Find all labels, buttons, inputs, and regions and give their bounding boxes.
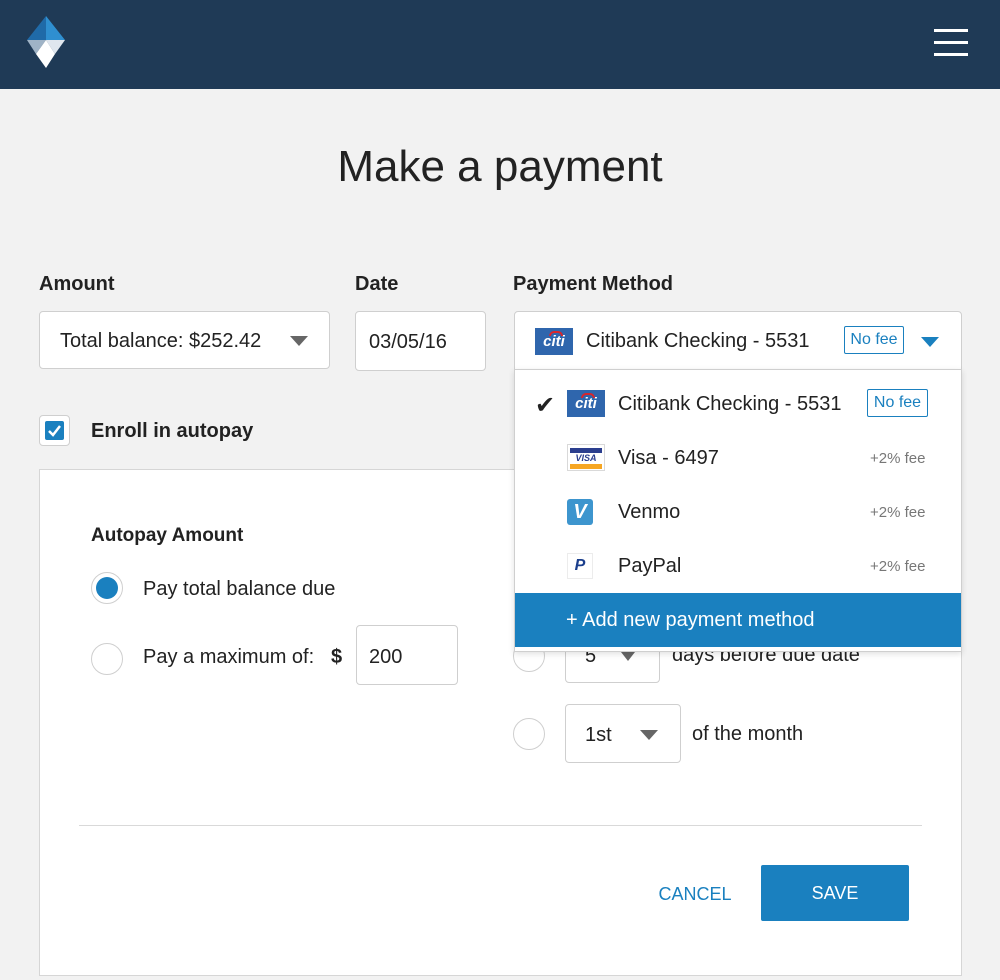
date-label: Date xyxy=(355,273,399,295)
payment-method-dropdown: ✔ citi Citibank Checking - 5531 No fee V… xyxy=(514,369,962,652)
payment-option-label: Visa - 6497 xyxy=(618,447,719,469)
currency-symbol: $ xyxy=(331,646,343,668)
venmo-logo-icon: V xyxy=(567,499,593,525)
chevron-down-icon xyxy=(640,730,658,740)
radio-day-of-month[interactable] xyxy=(513,718,545,750)
payment-option-label: PayPal xyxy=(618,555,682,577)
no-fee-badge: No fee xyxy=(844,326,904,354)
chevron-down-icon xyxy=(290,336,308,346)
fee-label: +2% fee xyxy=(870,450,926,467)
date-input-value: 03/05/16 xyxy=(369,331,447,353)
radio-pay-total[interactable] xyxy=(91,572,123,604)
add-payment-method-button[interactable]: + Add new payment method xyxy=(515,593,961,647)
maximum-amount-input[interactable]: 200 xyxy=(356,625,458,685)
cancel-button[interactable]: CANCEL xyxy=(640,868,750,920)
payment-option-venmo[interactable]: V Venmo +2% fee xyxy=(515,485,961,539)
maximum-amount-value: 200 xyxy=(369,646,403,668)
autopay-checkbox[interactable] xyxy=(39,415,70,446)
checkmark-icon: ✔ xyxy=(535,392,556,419)
diamond-logo-icon[interactable] xyxy=(25,16,67,68)
autopay-amount-heading: Autopay Amount xyxy=(91,525,244,546)
date-input[interactable]: 03/05/16 xyxy=(355,311,486,371)
citi-logo-icon: citi xyxy=(535,328,573,355)
citi-logo-icon: citi xyxy=(567,390,605,417)
top-navigation-bar xyxy=(0,0,1000,89)
payment-method-selected: Citibank Checking - 5531 xyxy=(586,330,810,352)
day-of-month-label: of the month xyxy=(692,723,804,745)
fee-label: +2% fee xyxy=(870,558,926,575)
pay-total-label: Pay total balance due xyxy=(143,578,336,600)
payment-method-label: Payment Method xyxy=(513,273,674,295)
page-title: Make a payment xyxy=(337,142,663,191)
day-of-month-value: 1st xyxy=(585,724,612,746)
day-of-month-select[interactable]: 1st xyxy=(565,704,681,763)
amount-select[interactable]: Total balance: $252.42 xyxy=(39,311,330,369)
payment-option-paypal[interactable]: P PayPal +2% fee xyxy=(515,539,961,593)
pay-maximum-label: Pay a maximum of: xyxy=(143,646,315,668)
payment-option-label: Citibank Checking - 5531 xyxy=(618,393,842,415)
visa-card-icon: VISA xyxy=(567,444,605,471)
amount-select-value: Total balance: $252.42 xyxy=(60,330,262,352)
hamburger-menu-icon[interactable] xyxy=(934,29,970,57)
enroll-autopay-label: Enroll in autopay xyxy=(91,420,254,442)
chevron-down-icon[interactable] xyxy=(921,337,939,347)
checkmark-icon xyxy=(48,425,61,437)
payment-option-visa[interactable]: VISA Visa - 6497 +2% fee xyxy=(515,431,961,485)
amount-label: Amount xyxy=(39,273,115,295)
payment-option-label: Venmo xyxy=(618,501,681,523)
save-button[interactable]: SAVE xyxy=(761,865,909,921)
payment-method-select[interactable]: citi Citibank Checking - 5531 No fee xyxy=(514,311,962,370)
fee-label: +2% fee xyxy=(870,504,926,521)
payment-option-citibank[interactable]: ✔ citi Citibank Checking - 5531 No fee xyxy=(515,377,961,431)
radio-pay-maximum[interactable] xyxy=(91,643,123,675)
paypal-logo-icon: P xyxy=(567,553,593,579)
chevron-down-icon xyxy=(621,652,635,661)
divider xyxy=(79,825,922,826)
no-fee-badge: No fee xyxy=(867,389,928,417)
